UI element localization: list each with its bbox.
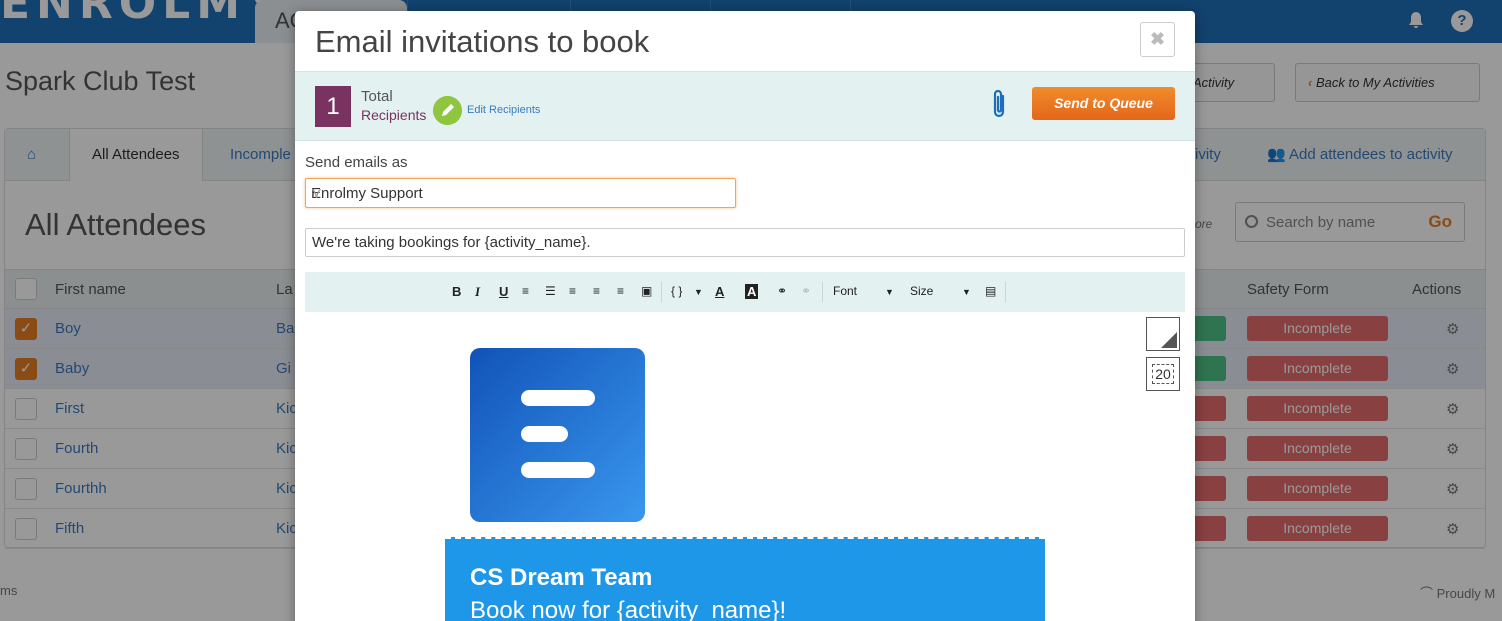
send-as-select[interactable]: Enrolmy Support ⋎ [305, 178, 736, 208]
logo-bar-middle [521, 426, 568, 442]
recipient-count: 1 [315, 86, 351, 127]
editor-toolbar: B I U ≡ ☰ ≡ ≡ ≡ ▣ { } ▼ A A ⚭ ⚭ Font ▼ S… [305, 272, 1185, 312]
edit-recipients-link[interactable]: Edit Recipients [467, 104, 540, 116]
modal-title: Email invitations to book [315, 24, 650, 59]
close-button[interactable]: ✖ [1140, 22, 1175, 57]
bullet-list-icon[interactable]: ☰ [545, 284, 556, 298]
logo-bar-top [521, 390, 595, 406]
spacing-icon[interactable]: 20 [1146, 357, 1180, 391]
align-left-icon[interactable]: ≡ [569, 284, 576, 298]
link-icon[interactable]: ⚭ [777, 284, 787, 298]
size-dropdown[interactable]: Size [910, 284, 933, 298]
spacing-value: 20 [1152, 364, 1174, 384]
image-icon[interactable]: ▣ [641, 284, 652, 298]
resize-corner-icon[interactable] [1146, 317, 1180, 351]
font-caret-down-icon[interactable]: ▼ [885, 287, 894, 297]
font-color-button[interactable]: A [715, 284, 724, 299]
unlink-icon: ⚭ [801, 284, 812, 298]
pencil-icon[interactable] [433, 96, 462, 125]
bold-button[interactable]: B [452, 284, 461, 299]
logo-bar-bottom [521, 462, 595, 478]
subject-value: We're taking bookings for {activity_name… [312, 234, 591, 251]
ordered-list-icon[interactable]: ≡ [522, 284, 529, 298]
underline-button[interactable]: U [499, 284, 508, 299]
banner-subtitle: Book now for {activity_name}! [470, 597, 787, 621]
recipients-bar: 1 Total Recipients Edit Recipients Send … [295, 71, 1195, 141]
source-document-icon[interactable]: ▤ [985, 284, 996, 298]
code-button[interactable]: { } [671, 284, 682, 298]
total-label: Total [361, 88, 393, 105]
toolbar-separator [822, 282, 823, 302]
recipients-label: Recipients [361, 107, 427, 123]
email-body-editor[interactable]: 20 CS Dream Team Book now for {activity_… [305, 313, 1185, 621]
send-to-queue-button[interactable]: Send to Queue [1032, 87, 1175, 120]
paperclip-icon[interactable] [988, 88, 1010, 122]
italic-button[interactable]: I [475, 284, 480, 300]
email-banner: CS Dream Team Book now for {activity_nam… [445, 537, 1045, 621]
send-as-label: Send emails as [305, 154, 408, 171]
align-center-icon[interactable]: ≡ [593, 284, 600, 298]
banner-title: CS Dream Team [470, 564, 653, 591]
chevron-down-icon: ⋎ [311, 185, 322, 202]
size-caret-down-icon[interactable]: ▼ [962, 287, 971, 297]
toolbar-separator [1005, 282, 1006, 302]
toolbar-separator [661, 282, 662, 302]
subject-input[interactable]: We're taking bookings for {activity_name… [305, 228, 1185, 257]
enrolmy-logo-image [470, 348, 645, 522]
email-invitations-modal: Email invitations to book ✖ 1 Total Reci… [295, 11, 1195, 621]
font-dropdown[interactable]: Font [833, 284, 857, 298]
caret-down-icon[interactable]: ▼ [694, 287, 703, 297]
highlight-color-button[interactable]: A [745, 284, 759, 299]
align-right-icon[interactable]: ≡ [617, 284, 624, 298]
